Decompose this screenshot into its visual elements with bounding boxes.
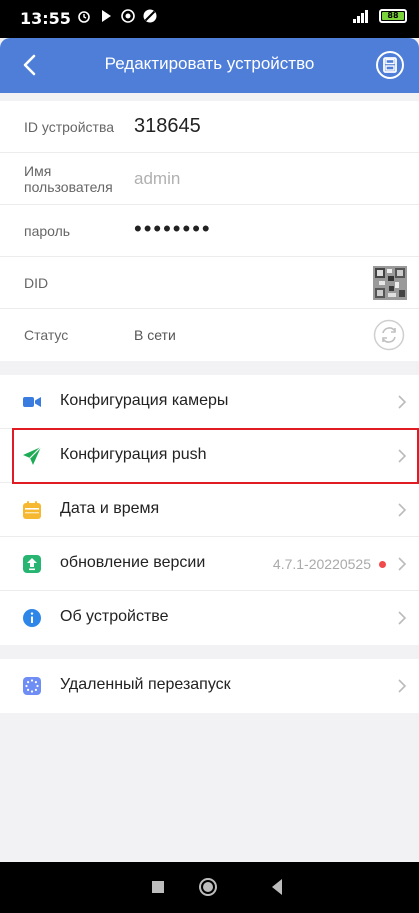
alarm-icon [78,11,90,23]
calendar-icon [23,501,41,519]
battery-icon: 88 [379,9,407,23]
home-button[interactable] [198,877,218,897]
info-icon [23,609,41,627]
status-value: В сети [134,327,176,343]
menu-item-label: обновление версии [60,554,206,571]
battery-level: 88 [387,11,399,20]
menu-item-date-time[interactable]: Дата и время [0,483,419,537]
did-label: DID [24,275,49,291]
menu-item-label: Удаленный перезапуск [60,676,231,693]
status-icons [76,8,158,24]
password-field[interactable]: •••••••• [134,216,212,242]
device-id-row: ID устройства 318645 [0,101,419,153]
version-text: 4.7.1-20220525 [272,556,371,572]
system-nav-bar [0,862,419,913]
recent-apps-button[interactable] [152,881,164,893]
chevron-right-icon [398,395,407,409]
username-label-line2: пользователя [24,179,113,195]
username-label-line1: Имя [24,163,52,179]
menu-item-remote-reboot[interactable]: Удаленный перезапуск [0,659,419,713]
record-icon [121,9,135,23]
menu-item-camera-config[interactable]: Конфигурация камеры [0,375,419,429]
page-title: Редактировать устройство [104,54,315,73]
menu-item-label: Конфигурация камеры [60,392,229,409]
blocked-icon [143,9,157,23]
status-right: 88 [353,9,407,23]
username-label: Имя пользователя [24,163,113,195]
refresh-icon[interactable] [373,319,405,351]
did-row: DID [0,257,419,309]
reboot-icon [23,677,41,695]
device-info-card: ID устройства 318645 Имя пользователя ad… [0,101,419,361]
status-row: Статус В сети [0,309,419,361]
chevron-right-icon [398,679,407,693]
menu-item-label: Дата и время [60,500,160,517]
update-badge-dot [379,561,386,568]
nav-bar: Редактировать устройство [0,38,419,93]
chevron-right-icon [398,503,407,517]
status-bar: 13:55 88 [0,0,419,38]
settings-menu: Конфигурация камеры Конфигурация push Да… [0,375,419,645]
status-time: 13:55 [20,9,71,28]
save-icon[interactable] [375,50,405,80]
highlight-frame [12,428,419,484]
camera-icon [23,397,41,407]
username-row: Имя пользователя admin [0,153,419,205]
upload-icon [23,555,41,573]
reboot-card: Удаленный перезапуск [0,659,419,713]
status-label: Статус [24,327,69,343]
chevron-right-icon [398,611,407,625]
signal-icon [353,9,373,23]
device-id-value[interactable]: 318645 [134,115,201,138]
menu-item-label: Об устройстве [60,608,169,625]
chevron-right-icon [398,557,407,571]
username-field[interactable]: admin [134,169,180,189]
play-icon [102,10,111,22]
password-label: пароль [24,223,71,239]
device-id-label: ID устройства [24,119,115,135]
qr-code-icon[interactable] [373,266,407,300]
menu-item-version-update[interactable]: обновление версии 4.7.1-20220525 [0,537,419,591]
menu-item-about-device[interactable]: Об устройстве [0,591,419,645]
back-button[interactable] [270,878,284,896]
password-row: пароль •••••••• [0,205,419,257]
